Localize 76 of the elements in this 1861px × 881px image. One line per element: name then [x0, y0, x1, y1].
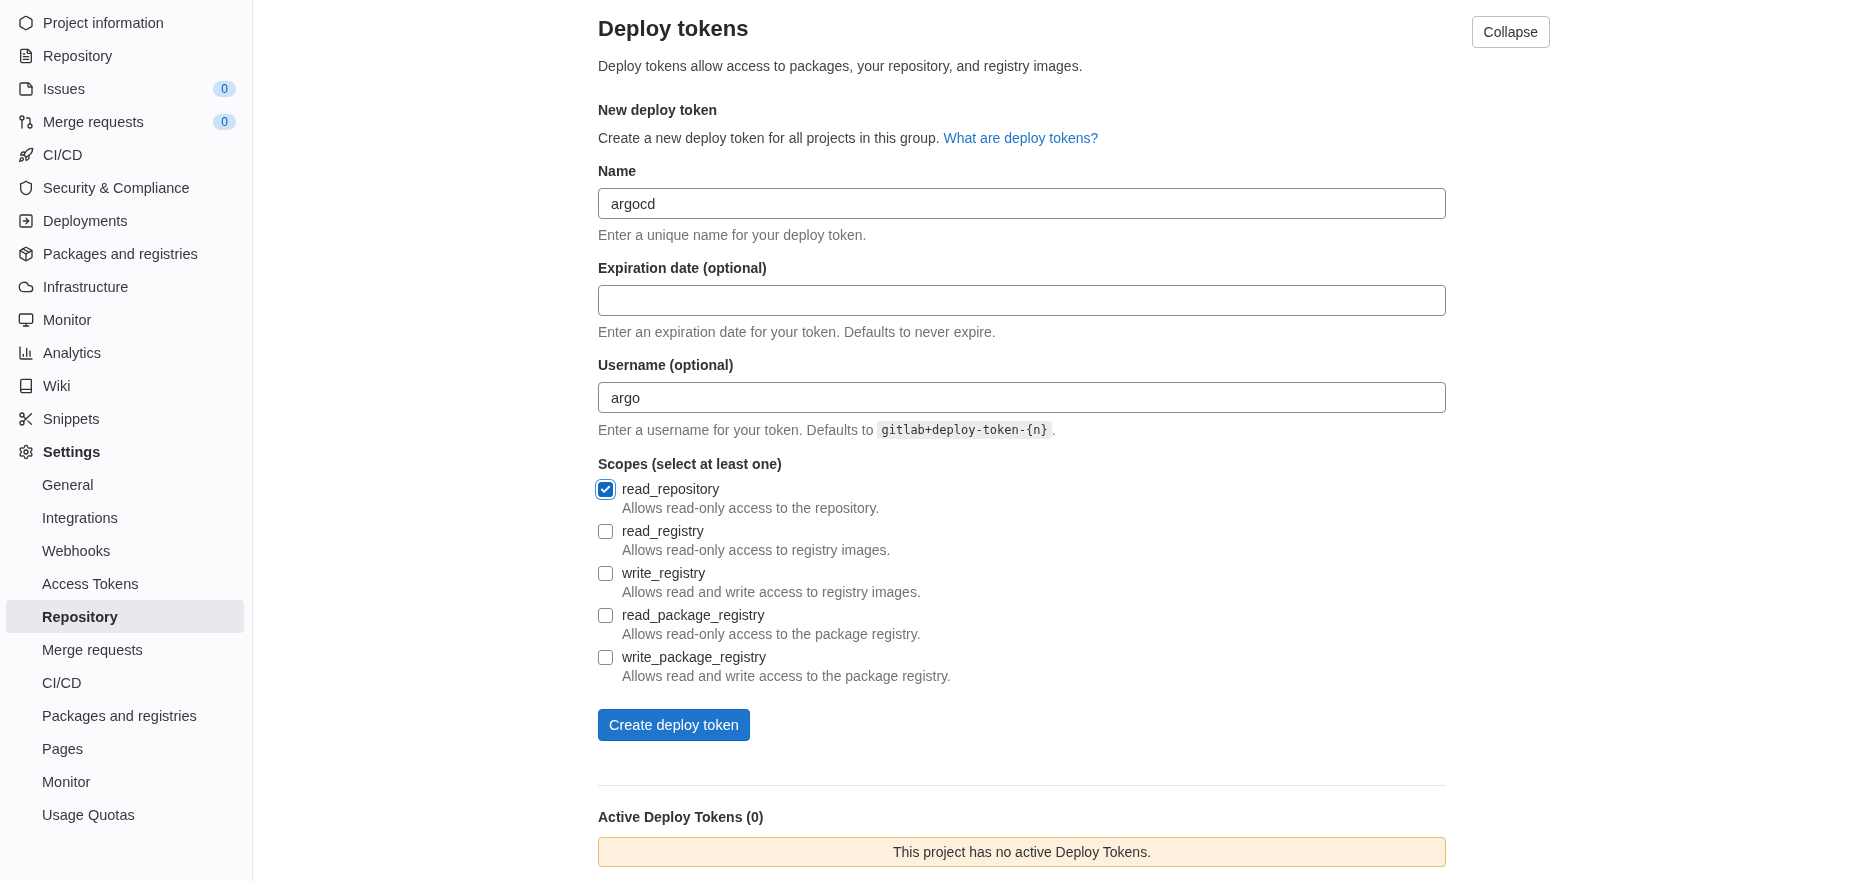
help-text: . [1051, 422, 1056, 438]
create-token-button[interactable]: Create deploy token [598, 709, 750, 741]
scope-name: read_repository [622, 481, 721, 497]
book-icon [18, 377, 34, 394]
checkbox[interactable] [598, 482, 613, 497]
sidebar-item[interactable]: Merge requests 0 [6, 105, 244, 138]
merge-icon [18, 113, 34, 130]
checkbox[interactable] [598, 608, 613, 623]
scope-name: write_package_registry [622, 649, 767, 665]
field-label: Name [598, 163, 638, 179]
sidebar-subitem[interactable]: General [6, 468, 244, 501]
sidebar-subitem[interactable]: Access Tokens [6, 567, 244, 600]
sidebar-item[interactable]: Project information [6, 6, 244, 39]
package-icon [18, 245, 34, 262]
rocket-icon [18, 146, 34, 163]
note-icon [18, 80, 34, 97]
field-label: Expiration date (optional) [598, 260, 768, 276]
empty-alert: This project has no active Deploy Tokens. [598, 837, 1446, 867]
settings-icon [18, 443, 34, 460]
input-field[interactable]: argocd [598, 188, 1446, 219]
bar-chart-icon [18, 344, 34, 361]
scope-name: write_registry [622, 565, 707, 581]
checkbox[interactable] [598, 650, 613, 665]
scissors-icon [18, 410, 34, 427]
help-text: Enter a username for your token. Defaults to [598, 422, 874, 438]
checkbox[interactable] [598, 524, 613, 539]
scope-description: Allows read-only access to the package registry. [622, 626, 922, 642]
code-snippet: gitlab+deploy-token-{n} [877, 421, 1052, 439]
section-title: Deploy tokens [598, 16, 749, 42]
sidebar-subitem[interactable]: Packages and registries [6, 699, 244, 732]
scope-name: read_registry [622, 523, 705, 539]
sidebar-subitem[interactable]: Monitor [6, 765, 244, 798]
help-link[interactable]: What are deploy tokens? [943, 130, 1099, 146]
sidebar-item[interactable]: Repository [6, 39, 244, 72]
sidebar-subitem[interactable]: Usage Quotas [6, 798, 244, 831]
sidebar-subitem[interactable]: Integrations [6, 501, 244, 534]
hexagon-icon [18, 14, 34, 31]
sidebar-item[interactable]: Monitor [6, 303, 244, 336]
sidebar-item[interactable]: Packages and registries [6, 237, 244, 270]
scope-description: Allows read-only access to registry images. [622, 542, 892, 558]
active-tokens-title: Active Deploy Tokens (0) [598, 809, 765, 825]
scope-description: Allows read and write access to the package registry. [622, 668, 952, 684]
sidebar-item[interactable]: Analytics [6, 336, 244, 369]
sidebar-item[interactable]: Infrastructure [6, 270, 244, 303]
checkbox[interactable] [598, 566, 613, 581]
shield-icon [18, 179, 34, 196]
sidebar-item[interactable]: CI/CD [6, 138, 244, 171]
sidebar-subitem[interactable]: Merge requests [6, 633, 244, 666]
form-intro: Create a new deploy token for all projects in this group. What are deploy tokens? [598, 130, 1100, 146]
sidebar-item[interactable]: Snippets [6, 402, 244, 435]
sidebar-subitem[interactable]: Webhooks [6, 534, 244, 567]
scope-description: Allows read-only access to the repository. [622, 500, 881, 516]
sidebar-item[interactable]: Settings [6, 435, 244, 468]
help-text: Enter an expiration date for your token. Defaults to never expire. [598, 324, 996, 340]
sidebar-subitem[interactable]: Repository [6, 600, 244, 633]
sidebar-item[interactable]: Wiki [6, 369, 244, 402]
sidebar-item[interactable]: Security & Compliance [6, 171, 244, 204]
input-field[interactable] [598, 285, 1446, 316]
field-label: Username (optional) [598, 357, 735, 373]
collapse-button[interactable]: Collapse [1471, 16, 1550, 48]
monitor-icon [18, 311, 34, 328]
form-title: New deploy token [598, 102, 719, 118]
scope-description: Allows read and write access to registry images. [622, 584, 922, 600]
document-icon [18, 47, 34, 64]
field-label: Scopes (select at least one) [598, 456, 783, 472]
sidebar-subitem[interactable]: CI/CD [6, 666, 244, 699]
count-badge: 0 [213, 113, 236, 130]
help-text: Enter a unique name for your deploy token. [598, 227, 867, 243]
section-description: Deploy tokens allow access to packages, your repository, and registry images. [598, 58, 1084, 74]
arrow-box-icon [18, 212, 34, 229]
sidebar-item[interactable]: Issues 0 [6, 72, 244, 105]
scope-name: read_package_registry [622, 607, 766, 623]
sidebar-item[interactable]: Deployments [6, 204, 244, 237]
input-field[interactable]: argo [598, 382, 1446, 413]
count-badge: 0 [213, 80, 236, 97]
sidebar-subitem[interactable]: Pages [6, 732, 244, 765]
